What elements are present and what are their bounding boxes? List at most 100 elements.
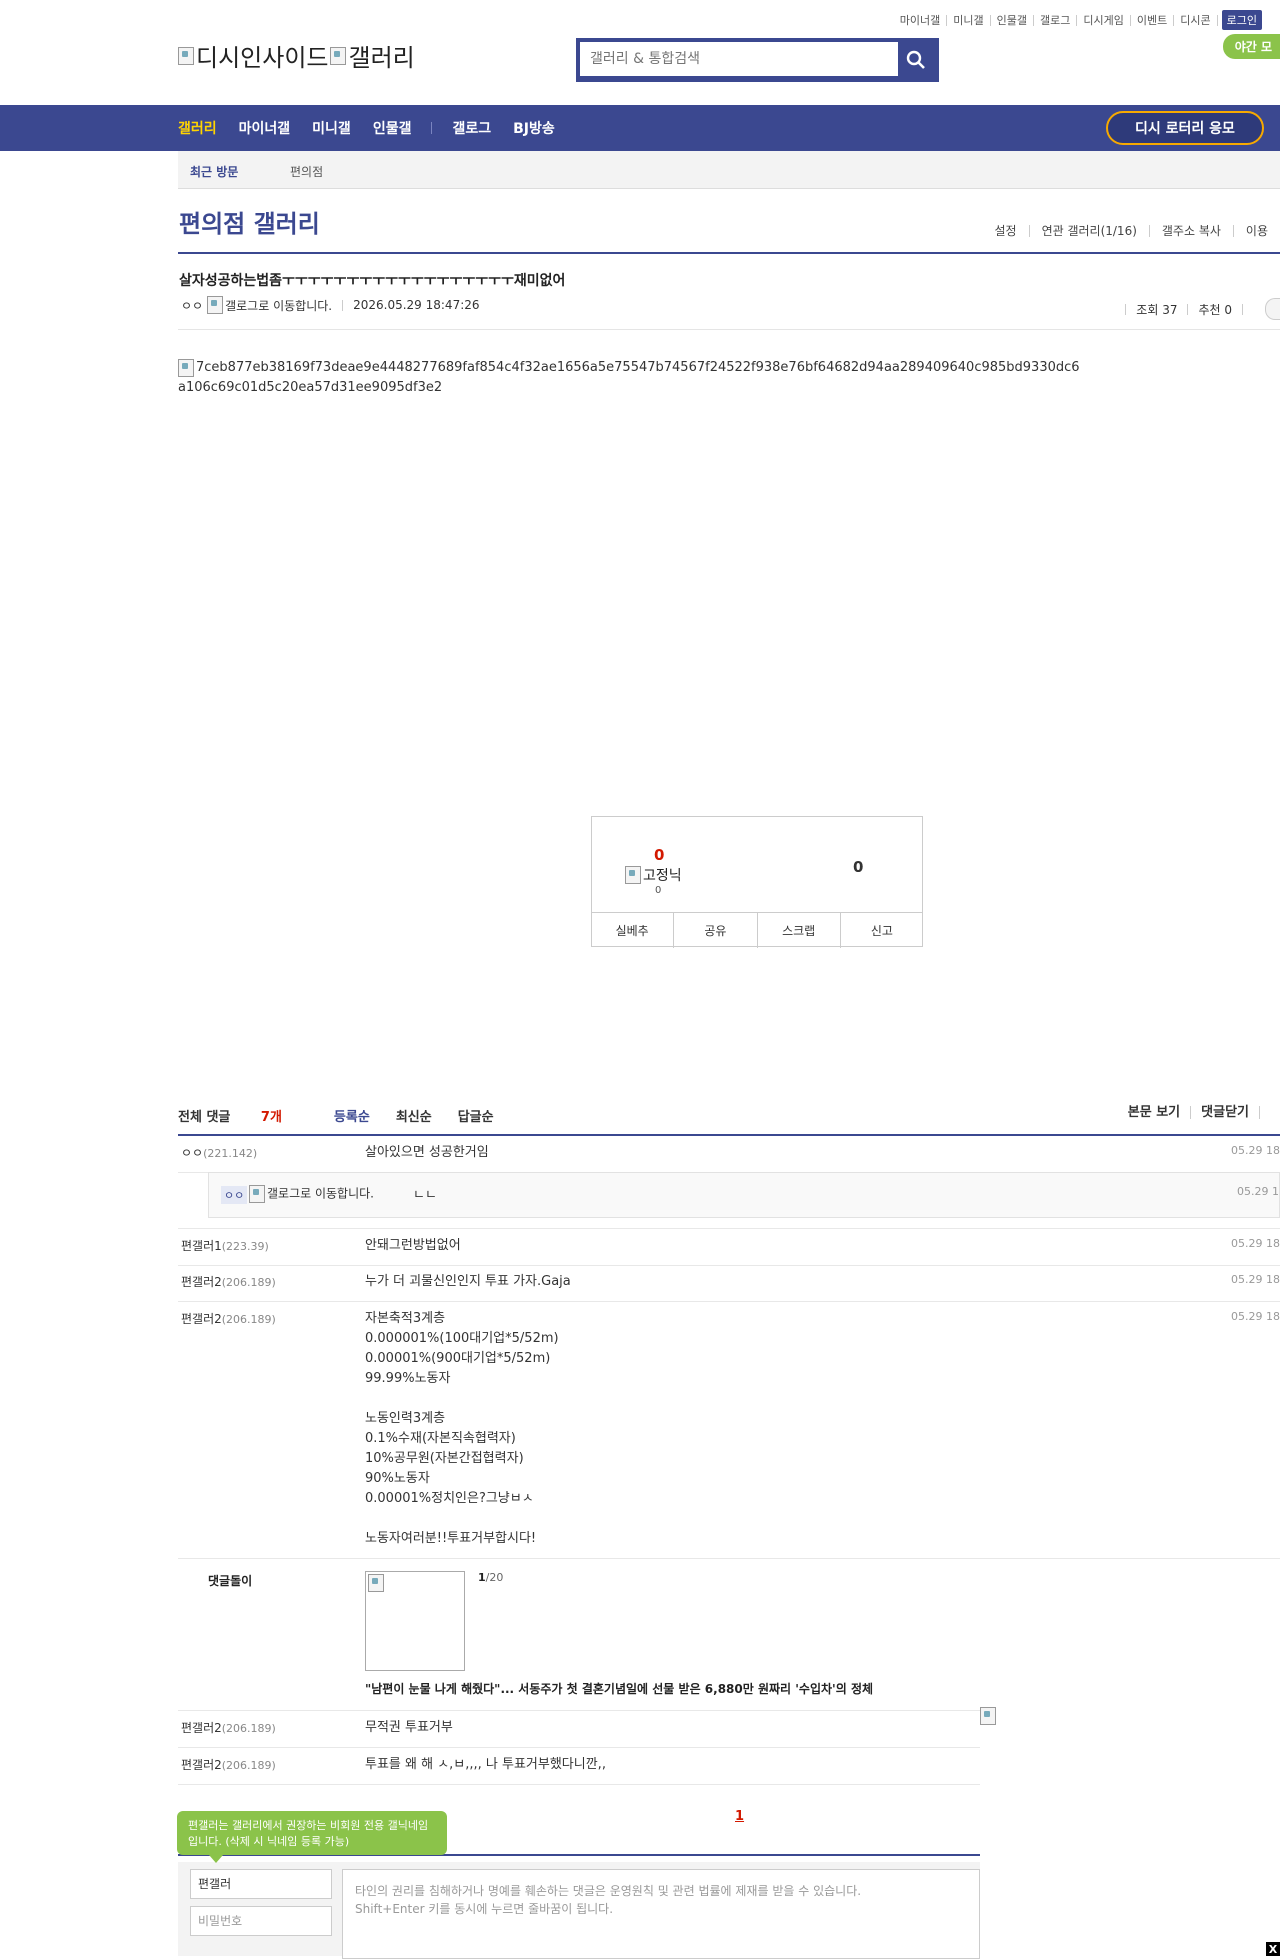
post-info: ㅇㅇ 갤로그로 이동합니다. 2026.05.29 18:47:26 xyxy=(181,296,480,314)
lotto-button[interactable]: 디시 로터리 응모 xyxy=(1106,111,1264,145)
reply-text: ㄴㄴ xyxy=(413,1188,437,1203)
broken-image-icon xyxy=(980,1707,996,1725)
related-gallery-link[interactable]: 연관 갤러리(1/16) xyxy=(1028,225,1149,237)
util-link-minor[interactable]: 마이너갤 xyxy=(894,14,948,26)
util-link-game[interactable]: 디시게임 xyxy=(1077,14,1131,26)
post-image: 7ceb877eb38169f73deae9e4448277689faf854c… xyxy=(178,358,1083,398)
util-link-dccon[interactable]: 디시콘 xyxy=(1174,14,1218,26)
comment-nick: 편갤러2 xyxy=(181,1275,222,1289)
comment-writer[interactable]: ㅇㅇ(221.142) xyxy=(181,1144,257,1161)
gallog-alt-text: 갤로그로 이동합니다. xyxy=(225,298,333,313)
nav-minor[interactable]: 마이너갤 xyxy=(239,118,291,138)
util-link-person[interactable]: 인물갤 xyxy=(991,14,1035,26)
comment-date: 05.29 18 xyxy=(1231,1237,1280,1250)
news-thumbnail[interactable] xyxy=(365,1571,465,1671)
comment-text: 무적권 투표거부 xyxy=(365,1720,453,1735)
comment-total-label: 전체 댓글 xyxy=(178,1110,231,1125)
comment-page-1[interactable]: 1 xyxy=(735,1809,744,1824)
search-input[interactable] xyxy=(580,42,898,76)
logo-alt-text: 디시인사이드 xyxy=(196,44,329,72)
nickname-field[interactable]: 편갤러 xyxy=(190,1869,332,1899)
view-body-button[interactable]: 본문 보기 xyxy=(1118,1106,1190,1119)
scrap-button[interactable]: 스크랩 xyxy=(756,913,840,948)
post-image-alt: 7ceb877eb38169f73deae9e4448277689faf854c… xyxy=(178,360,1080,395)
nickname-tooltip: 편갤러는 갤러리에서 권장하는 비회원 전용 갤닉네임입니다. (삭제 시 닉네… xyxy=(177,1811,447,1863)
comment-nick: 편갤러2 xyxy=(181,1758,222,1772)
settings-link[interactable]: 설정 xyxy=(982,225,1028,237)
login-button[interactable]: 로그인 xyxy=(1221,10,1262,30)
nav-mini[interactable]: 미니갤 xyxy=(312,118,351,138)
gallery-title[interactable]: 편의점 갤러리 xyxy=(179,204,320,239)
downvote-count[interactable]: 0 xyxy=(853,858,863,876)
util-link-event[interactable]: 이벤트 xyxy=(1131,14,1175,26)
night-mode-toggle[interactable]: 야간 모 xyxy=(1222,34,1280,59)
comment-row: 편갤러2(206.189) 누가 더 괴물신인인지 투표 가자.Gaja 05.… xyxy=(178,1265,1280,1302)
nav-gallog[interactable]: 갤로그 xyxy=(452,118,491,138)
comment-bot-label: 댓글돌이 xyxy=(208,1574,253,1588)
comment-bot-row: 댓글돌이 1/20 "남편이 눈물 나게 해줬다"... 서동주가 첫 결혼기념… xyxy=(178,1558,980,1711)
comment-ip: (206.189) xyxy=(221,1313,276,1326)
search-bar xyxy=(576,38,939,82)
recommend-box: 0 고정닉 0 0 실베추 공유 스크랩 신고 xyxy=(591,816,923,948)
reply-nick[interactable]: ㅇㅇ xyxy=(221,1186,248,1204)
sort-registered[interactable]: 등록순 xyxy=(334,1106,370,1125)
password-field[interactable]: 비밀번호 xyxy=(190,1906,332,1936)
util-link-gallog[interactable]: 갤로그 xyxy=(1034,14,1078,26)
share-button[interactable]: 공유 xyxy=(673,913,756,948)
close-comments-button[interactable]: 댓글닫기 xyxy=(1190,1106,1259,1119)
comment-ip: (206.189) xyxy=(221,1276,276,1289)
broken-image-icon xyxy=(330,46,347,65)
news-headline[interactable]: "남편이 눈물 나게 해줬다"... 서동주가 첫 결혼기념일에 선물 받은 6… xyxy=(365,1680,873,1697)
post-stats: 조회 37 추천 0 xyxy=(1115,298,1280,320)
upvote-count[interactable]: 0 xyxy=(654,846,664,864)
best-recommend-button[interactable]: 실베추 xyxy=(591,913,673,948)
comment-text: 투표를 왜 해 ㅅ,ㅂ,,,, 나 투표거부했다니깐,, xyxy=(365,1757,606,1772)
comment-text: 살아있으면 성공한거임 xyxy=(365,1145,489,1160)
top-util-bar: 마이너갤 미니갤 인물갤 갤로그 디시게임 이벤트 디시콘 로그인 xyxy=(894,10,1262,30)
comment-ip: (223.39) xyxy=(221,1240,269,1253)
comment-text: 누가 더 괴물신인인지 투표 가자.Gaja xyxy=(365,1274,571,1289)
comment-textarea[interactable]: 타인의 권리를 침해하거나 명예를 훼손하는 댓글은 운영원칙 및 관련 법률에… xyxy=(342,1869,980,1959)
post-title: 살자성공하는법좀ㅜㅜㅜㅜㅜㅜㅜㅜㅜㅜㅜㅜㅜㅜㅜㅜㅜㅜ재미없어 xyxy=(179,273,566,289)
usage-link[interactable]: 이용 xyxy=(1232,225,1280,237)
post-date: 2026.05.29 18:47:26 xyxy=(353,298,480,312)
gallery-menu: 설정 연관 갤러리(1/16) 갤주소 복사 이용 xyxy=(982,225,1280,237)
comment-writer[interactable]: 편갤러1(223.39) xyxy=(181,1237,269,1254)
comment-writer[interactable]: 편갤러2(206.189) xyxy=(181,1273,276,1290)
broken-image-icon xyxy=(178,358,194,377)
post-writer[interactable]: ㅇㅇ xyxy=(181,297,203,314)
textarea-notice-1: 타인의 권리를 침해하거나 명예를 훼손하는 댓글은 운영원칙 및 관련 법률에… xyxy=(355,1884,862,1898)
broken-image-icon xyxy=(368,1574,384,1592)
util-link-mini[interactable]: 미니갤 xyxy=(947,14,991,26)
comment-writer[interactable]: 편갤러2(206.189) xyxy=(181,1756,276,1773)
search-button[interactable] xyxy=(897,42,935,78)
divider xyxy=(178,252,1280,254)
news-page-current: 1 xyxy=(478,1571,486,1584)
sort-replies[interactable]: 답글순 xyxy=(458,1106,494,1125)
comment-refresh-button[interactable] xyxy=(1259,1106,1280,1119)
comment-write-area: 편갤러 비밀번호 타인의 권리를 침해하거나 명예를 훼손하는 댓글은 운영원칙… xyxy=(178,1862,980,1959)
comment-date: 05.29 18 xyxy=(1231,1273,1280,1286)
nav-gallery[interactable]: 갤러리 xyxy=(178,118,217,138)
reply-row: ㅇㅇ 갤로그로 이동합니다. ㄴㄴ 05.29 1 xyxy=(208,1172,1280,1218)
report-button[interactable]: 신고 xyxy=(839,913,923,948)
comment-writer[interactable]: 편갤러2(206.189) xyxy=(181,1310,276,1327)
gallog-link[interactable]: 갤로그로 이동합니다. xyxy=(207,296,332,314)
copy-address-link[interactable]: 갤주소 복사 xyxy=(1148,225,1233,237)
site-logo[interactable]: 디시인사이드 갤러리 xyxy=(178,38,415,73)
divider xyxy=(1242,303,1243,315)
sort-latest[interactable]: 최신순 xyxy=(396,1106,432,1125)
more-button[interactable] xyxy=(1265,298,1280,320)
comment-ip: (206.189) xyxy=(221,1759,276,1772)
nav-bj[interactable]: BJ방송 xyxy=(513,118,555,138)
close-button[interactable]: X xyxy=(1266,1942,1280,1956)
comment-writer[interactable]: 편갤러2(206.189) xyxy=(181,1719,276,1736)
recent-visit-label: 최근 방문 xyxy=(190,165,239,179)
broken-image-icon xyxy=(249,1185,265,1203)
nav-person[interactable]: 인물갤 xyxy=(373,118,412,138)
recent-gallery-link[interactable]: 편의점 xyxy=(290,163,323,180)
comment-row: 편갤러1(223.39) 안돼그런방법없어 05.29 18 xyxy=(178,1228,1280,1266)
gallog-alt-text: 갤로그로 이동합니다. xyxy=(267,1186,374,1201)
gallog-link[interactable]: 갤로그로 이동합니다. xyxy=(249,1185,379,1203)
broken-image-icon xyxy=(625,866,641,884)
